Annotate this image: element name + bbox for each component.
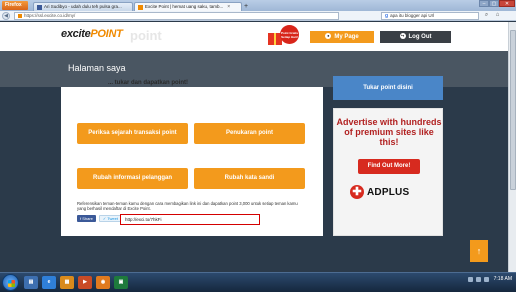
- vertical-scrollbar[interactable]: [508, 22, 516, 272]
- ie-task-icon[interactable]: e: [42, 276, 56, 289]
- hidden-heading: ... tukar dan dapatkan point!: [108, 80, 189, 86]
- tweet-label: Tweet: [107, 216, 118, 221]
- firefox-task-icon[interactable]: ◉: [96, 276, 110, 289]
- maximize-button[interactable]: ▢: [489, 0, 499, 7]
- back-arrow-icon[interactable]: ◀: [2, 11, 10, 20]
- minimize-button[interactable]: –: [479, 0, 489, 7]
- excite-favicon-icon: [138, 4, 143, 10]
- change-info-button[interactable]: Rubah informasi pelanggan: [77, 168, 188, 189]
- facebook-icon: [37, 4, 42, 10]
- system-tray: 7:18 AM: [467, 276, 512, 282]
- change-password-button[interactable]: Rubah kata sandi: [194, 168, 305, 189]
- windows-logo-icon: [8, 280, 15, 287]
- browser-tab-bar: Firefox Ari Sudibyo - udah dulu teh puls…: [0, 0, 516, 11]
- tab-label: Ari Sudibyo - udah dulu teh pulsa gra...: [44, 4, 122, 9]
- windows-taskbar: ▤ e ▦ ▶ ◉ ▣ 7:18 AM: [0, 272, 516, 292]
- exchange-point-button[interactable]: Penukaran point: [194, 123, 305, 144]
- taskbar-clock[interactable]: 7:18 AM: [494, 276, 512, 282]
- browser-nav-bar: ◀ https://ssl.excite.co.id/my/ g apa itu…: [0, 11, 516, 21]
- find-out-more-button[interactable]: Find Out More!: [358, 159, 420, 174]
- transaction-history-button[interactable]: Periksa sejarah transaksi point: [77, 123, 188, 144]
- referral-text: Referensikan teman-teman kamu dengan car…: [77, 201, 298, 212]
- window-controls: – ▢ ✕: [479, 0, 515, 7]
- tab-facebook[interactable]: Ari Sudibyo - udah dulu teh pulsa gra...: [33, 2, 133, 11]
- gift-ribbon: [274, 33, 276, 45]
- new-tab-button[interactable]: +: [244, 3, 252, 11]
- flag-icon[interactable]: [483, 276, 489, 282]
- firefox-menu-button[interactable]: Firefox: [2, 1, 28, 10]
- my-page-label: My Page: [334, 34, 359, 40]
- folder-task-icon[interactable]: ▦: [60, 276, 74, 289]
- logout-icon: ↪: [399, 33, 406, 40]
- logo-word: excite: [61, 28, 91, 40]
- logout-button[interactable]: ↪ Log Out: [380, 31, 451, 43]
- adplus-advertisement[interactable]: Advertise with hundreds of premium sites…: [333, 108, 443, 236]
- share-buttons: f Share ✓ Tweet: [77, 215, 122, 222]
- user-icon: ●: [325, 33, 332, 40]
- page-title: Halaman saya: [68, 63, 126, 73]
- explorer-task-icon[interactable]: ▤: [24, 276, 38, 289]
- facebook-share-button[interactable]: f Share: [77, 215, 96, 222]
- address-bar[interactable]: https://ssl.excite.co.id/my/: [14, 11, 339, 20]
- media-task-icon[interactable]: ▶: [78, 276, 92, 289]
- tab-label: Excite Point | hemat uang saku, tamb...: [145, 4, 224, 9]
- scroll-to-top-button[interactable]: ↑: [470, 240, 488, 262]
- logo-ghost-text: point: [130, 28, 162, 43]
- referral-link-field[interactable]: http://exci.to/7hkFi: [120, 214, 260, 225]
- gift-banner[interactable]: Point Gratis Setiap Hari!: [268, 25, 300, 47]
- site-identity-icon: [18, 13, 22, 18]
- address-text: https://ssl.excite.co.id/my/: [24, 12, 76, 18]
- start-button[interactable]: [2, 274, 19, 291]
- google-icon: g: [385, 12, 389, 19]
- search-input[interactable]: g apa itu blogger api Url: [381, 11, 479, 20]
- plus-cross-icon: ✚: [350, 185, 364, 199]
- search-icon[interactable]: ⌕: [483, 12, 490, 19]
- logout-label: Log Out: [408, 34, 432, 40]
- site-header: excitePOINT point Point Gratis Setiap Ha…: [0, 22, 516, 51]
- tab-excite-point[interactable]: Excite Point | hemat uang saku, tamb... …: [134, 2, 242, 11]
- excite-point-logo[interactable]: excitePOINT: [61, 28, 123, 40]
- my-page-button[interactable]: ● My Page: [310, 31, 374, 43]
- close-tab-icon[interactable]: ×: [227, 3, 230, 11]
- tukar-point-button[interactable]: Tukar point disini: [333, 76, 443, 100]
- home-icon[interactable]: ⌂: [494, 12, 501, 19]
- ad-headline: Advertise with hundreds of premium sites…: [336, 117, 442, 147]
- gift-badge: Point Gratis Setiap Hari!: [280, 25, 299, 44]
- app-task-icon[interactable]: ▣: [114, 276, 128, 289]
- scrollbar-thumb[interactable]: [510, 30, 516, 190]
- tweet-button[interactable]: ✓ Tweet: [98, 215, 122, 222]
- search-query: apa itu blogger api Url: [390, 12, 435, 18]
- volume-icon[interactable]: [475, 276, 481, 282]
- network-icon[interactable]: [467, 276, 473, 282]
- ad-brand: ADPLUS: [367, 186, 410, 198]
- logo-point: POINT: [90, 28, 123, 40]
- close-window-button[interactable]: ✕: [499, 0, 515, 7]
- fb-share-label: Share: [82, 216, 93, 221]
- adplus-logo: ✚ ADPLUS: [350, 185, 409, 199]
